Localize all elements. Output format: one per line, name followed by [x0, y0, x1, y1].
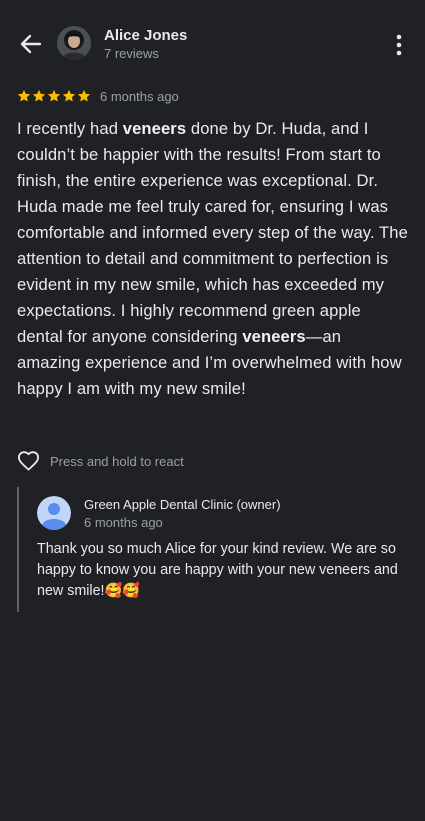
author-avatar[interactable]	[57, 26, 91, 60]
owner-avatar	[37, 496, 71, 530]
arrow-back-icon	[20, 34, 42, 54]
star-icon	[62, 89, 76, 102]
author-photo	[57, 26, 91, 60]
star-icon	[32, 89, 46, 102]
react-button[interactable]: Press and hold to react	[17, 450, 184, 472]
review-text-highlight: veneers	[122, 119, 187, 138]
star-rating	[17, 89, 91, 103]
review-text-segment: done by Dr. Huda, and I couldn’t be happ…	[17, 119, 408, 346]
review-text-highlight: veneers	[242, 327, 306, 346]
more-vert-icon	[396, 34, 402, 56]
review-header: Alice Jones 7 reviews	[0, 24, 425, 64]
review-date: 6 months ago	[100, 88, 179, 104]
reply-divider	[17, 487, 19, 612]
review-text-segment: I recently had	[17, 119, 123, 138]
star-icon	[47, 89, 61, 102]
heart-outline-icon	[18, 451, 39, 471]
review-text: I recently had veneers done by Dr. Huda,…	[17, 116, 409, 402]
star-icon	[77, 89, 91, 102]
react-label: Press and hold to react	[50, 453, 184, 469]
person-avatar-icon	[37, 496, 71, 530]
owner-reply-date: 6 months ago	[84, 515, 163, 530]
owner-reply-text: Thank you so much Alice for your kind re…	[37, 541, 398, 599]
star-icon	[17, 89, 31, 102]
author-review-count: 7 reviews	[104, 46, 159, 61]
review-detail-page: Alice Jones 7 reviews 6 months ago I rec…	[0, 0, 425, 821]
back-button[interactable]	[18, 32, 44, 56]
author-name[interactable]: Alice Jones	[104, 27, 187, 44]
more-options-button[interactable]	[395, 34, 403, 56]
owner-name: Green Apple Dental Clinic (owner)	[84, 497, 281, 512]
owner-reply: Green Apple Dental Clinic (owner) 6 mont…	[17, 487, 407, 612]
rating-row: 6 months ago	[17, 86, 179, 106]
